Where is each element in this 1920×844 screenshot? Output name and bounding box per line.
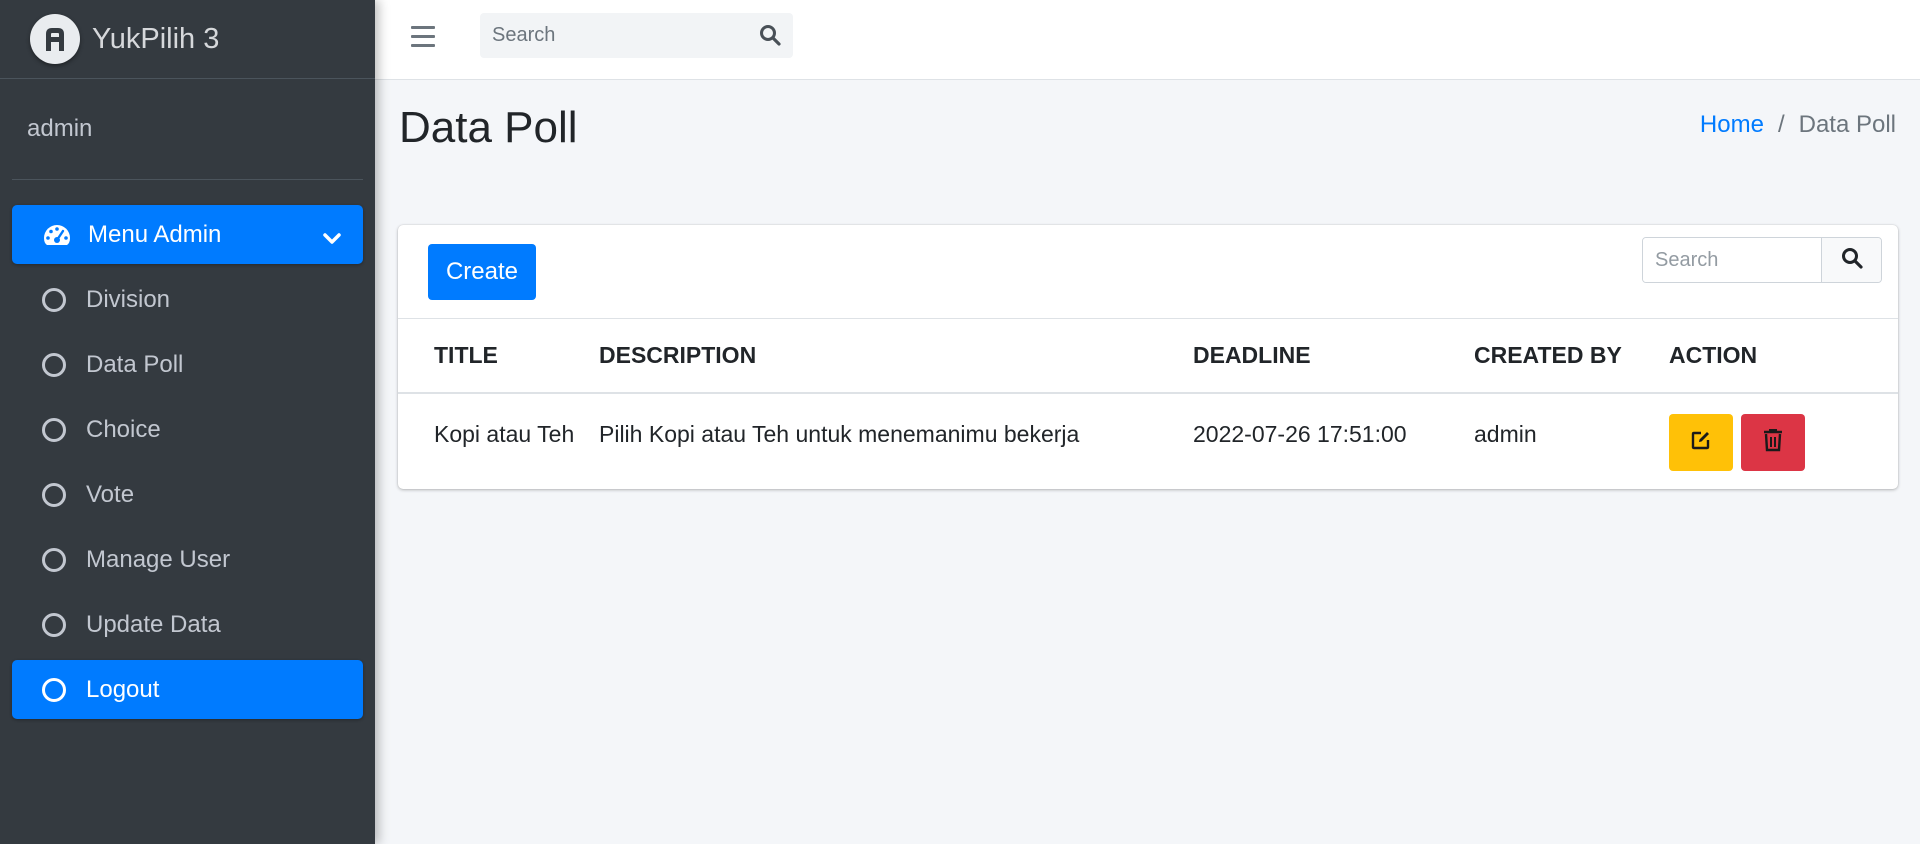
poll-table: TITLE DESCRIPTION DEADLINE CREATED BY AC… <box>398 319 1898 487</box>
column-header-deadline: DEADLINE <box>1193 319 1474 394</box>
search-icon[interactable] <box>759 24 781 51</box>
sidebar-item-label: Vote <box>86 480 135 508</box>
column-header-action: ACTION <box>1669 319 1898 394</box>
sidebar-item-division[interactable]: Division <box>12 270 363 329</box>
delete-button[interactable] <box>1741 414 1805 471</box>
table-search-input[interactable] <box>1643 238 1821 282</box>
circle-icon <box>42 352 66 377</box>
poll-card: Create TITLE DESCRIPTION DEADLINE CREATE… <box>398 225 1898 489</box>
sidebar-item-logout[interactable]: Logout <box>12 660 363 719</box>
brand-name: YukPilih 3 <box>92 22 220 55</box>
circle-icon <box>42 547 66 572</box>
breadcrumb-home-link[interactable]: Home <box>1700 111 1764 139</box>
column-header-description: DESCRIPTION <box>599 319 1193 394</box>
trash-icon <box>1763 428 1783 458</box>
circle-icon <box>42 287 66 312</box>
sidebar-item-label: Choice <box>86 415 161 443</box>
user-name[interactable]: admin <box>27 115 92 143</box>
navbar-search <box>480 13 793 58</box>
breadcrumb: Home / Data Poll <box>1700 111 1896 139</box>
cell-created-by: admin <box>1474 421 1537 447</box>
sidebar-item-label: Update Data <box>86 610 221 638</box>
cell-title: Kopi atau Teh <box>434 421 575 447</box>
breadcrumb-current: Data Poll <box>1798 111 1896 138</box>
edit-button[interactable] <box>1669 414 1733 471</box>
circle-icon <box>42 482 66 507</box>
circle-icon <box>42 417 66 442</box>
sidebar-item-data-poll[interactable]: Data Poll <box>12 335 363 394</box>
sidebar-nav: Menu Admin Division Data Poll Choice Vot… <box>0 180 375 719</box>
circle-icon <box>42 612 66 637</box>
user-panel: admin <box>12 79 363 180</box>
breadcrumb-separator: / <box>1777 111 1785 138</box>
tachometer-icon <box>42 223 72 247</box>
cell-deadline: 2022-07-26 17:51:00 <box>1193 421 1407 447</box>
sidebar-item-label: Manage User <box>86 545 231 573</box>
brand-link[interactable]: YukPilih 3 <box>0 0 375 79</box>
table-header-row: TITLE DESCRIPTION DEADLINE CREATED BY AC… <box>398 319 1898 394</box>
navbar-search-input[interactable] <box>480 24 750 47</box>
column-header-created-by: CREATED BY <box>1474 319 1669 394</box>
table-search-button[interactable] <box>1821 238 1881 282</box>
cell-description: Pilih Kopi atau Teh untuk menemanimu bek… <box>599 421 1080 447</box>
sidebar-item-manage-user[interactable]: Manage User <box>12 530 363 589</box>
sidebar-menu-admin-label: Menu Admin <box>88 220 222 248</box>
table-search <box>1642 237 1882 283</box>
sidebar: YukPilih 3 admin Menu Admin Division Dat… <box>0 0 375 844</box>
circle-icon <box>42 677 66 702</box>
table-row: Kopi atau Teh Pilih Kopi atau Teh untuk … <box>398 393 1898 487</box>
sidebar-menu-admin[interactable]: Menu Admin <box>12 205 363 264</box>
brand-logo-icon <box>30 14 80 64</box>
hamburger-menu-icon[interactable] <box>411 26 435 48</box>
sidebar-item-label: Division <box>86 285 171 313</box>
search-icon <box>1841 247 1863 274</box>
sidebar-item-label: Data Poll <box>86 350 184 378</box>
page-title: Data Poll <box>399 103 578 152</box>
row-actions <box>1669 414 1898 471</box>
top-navbar <box>375 0 1920 80</box>
sidebar-item-vote[interactable]: Vote <box>12 465 363 524</box>
sidebar-item-label: Logout <box>86 675 160 703</box>
sidebar-item-update-data[interactable]: Update Data <box>12 595 363 654</box>
sidebar-item-choice[interactable]: Choice <box>12 400 363 459</box>
create-button[interactable]: Create <box>428 244 536 300</box>
column-header-title: TITLE <box>398 319 599 394</box>
chevron-down-icon <box>323 225 341 253</box>
card-header: Create <box>398 225 1898 319</box>
edit-icon <box>1690 429 1712 457</box>
